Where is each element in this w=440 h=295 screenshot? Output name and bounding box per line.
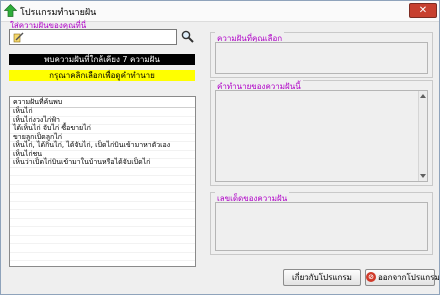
about-button[interactable]: เกี่ยวกับโปรแกรม [283,269,361,286]
exit-button-label: ออกจากโปรแกรม [378,273,440,282]
scroll-down-icon[interactable] [420,174,426,178]
window-title: โปรแกรมทำนายฝัน [20,8,97,18]
lucky-numbers-group: เลขเด็ดของความฝัน [210,192,433,255]
dream-list-header: ความฝันที่ค้นพบ [10,97,195,108]
prediction-textbox[interactable] [215,90,428,182]
about-button-label: เกี่ยวกับโปรแกรม [292,273,352,282]
search-input[interactable] [28,30,174,44]
list-empty-row [10,193,195,202]
search-box[interactable] [9,29,177,45]
lucky-numbers-box[interactable] [215,202,428,251]
selected-dream-box[interactable] [215,42,428,74]
list-empty-row [10,202,195,210]
dream-list[interactable]: ความฝันที่ค้นพบ เห็นไก่ เห็นไก่งวงไก่ฟ้า… [9,96,196,267]
list-empty-row [10,227,195,236]
list-empty-row [10,210,195,219]
list-empty-row [10,176,195,185]
list-empty-row [10,219,195,227]
prediction-scrollbar[interactable] [418,91,427,181]
close-icon: ✕ [418,5,428,16]
list-item[interactable]: เห็นว่าเป็ดไก่บินเข้ามาในบ้านหรือได้จับเ… [10,158,195,168]
list-empty-row [10,185,195,193]
select-hint-banner: กรุณาคลิกเลือกเพื่อดูคำทำนาย [9,70,195,81]
search-icon[interactable] [181,30,194,43]
app-arrow-icon [4,4,17,17]
exit-icon: ⊘ [366,271,376,282]
list-empty-row [10,168,195,176]
close-button[interactable]: ✕ [409,3,437,18]
exit-button[interactable]: ⊘ ออกจากโปรแกรม [365,269,440,286]
list-empty-row [10,244,195,253]
app-window: โปรแกรมทำนายฝัน ✕ ใส่ความฝันของคุณที่นี่… [0,0,440,295]
list-empty-row [10,236,195,244]
found-count-banner: พบความฝันที่ใกล้เคียง 7 ความฝัน [9,54,195,65]
pencil-icon [13,32,24,43]
selected-dream-group: ความฝันที่คุณเลือก [210,32,433,78]
scroll-up-icon[interactable] [420,94,426,98]
list-empty-row [10,253,195,261]
prediction-group: คำทำนายของความฝันนี้ [210,80,433,186]
